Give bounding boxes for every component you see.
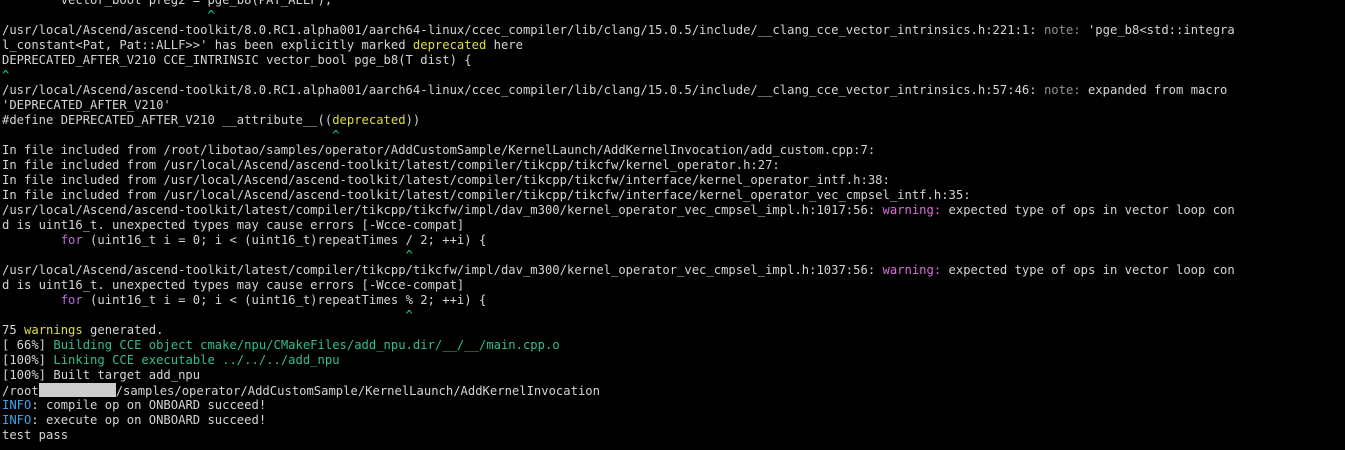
terminal-text: 'pge_b8<std::integra: [1087, 23, 1235, 37]
terminal-text: [100%]: [2, 353, 54, 367]
terminal-text: 75: [2, 323, 25, 337]
terminal-text: ^: [2, 68, 10, 82]
terminal-line: /usr/local/Ascend/ascend-toolkit/latest/…: [0, 263, 1345, 278]
terminal-line: [100%] Built target add_npu: [0, 368, 1345, 383]
terminal-text: for: [60, 293, 83, 307]
terminal-text: In file included from /usr/local/Ascend/…: [2, 158, 780, 172]
terminal-text: deprecated: [332, 113, 406, 127]
terminal-text: : execute op on ONBOARD succeed!: [31, 413, 267, 427]
terminal-text: warning:: [882, 263, 949, 277]
terminal-text: here: [486, 38, 523, 52]
terminal-text: expanded from macro: [1087, 83, 1228, 97]
terminal-text: 'DEPRECATED_AFTER_V210': [2, 98, 171, 112]
terminal-line: In file included from /usr/local/Ascend/…: [0, 173, 1345, 188]
terminal-text: /samples/operator/AddCustomSample/Kernel…: [115, 384, 600, 398]
terminal-line: ^: [0, 128, 1345, 143]
terminal-line: vector_bool preg2 = pge_b8(PAT_ALLF);: [0, 0, 1345, 8]
terminal-line: l_constant<Pat, Pat::ALLF>>' has been ex…: [0, 38, 1345, 53]
terminal-text: expected type of ops in vector loop con: [948, 263, 1235, 277]
terminal-line: INFO: compile op on ONBOARD succeed!: [0, 398, 1345, 413]
terminal-text: d is uint16_t. unexpected types may caus…: [2, 278, 465, 292]
terminal-text: /root: [2, 384, 39, 398]
terminal-text: DEPRECATED_AFTER_V210 CCE_INTRINSIC vect…: [2, 53, 472, 67]
terminal-text: ^: [2, 8, 215, 22]
terminal-text: In file included from /root/libotao/samp…: [2, 143, 876, 157]
terminal-line: In file included from /usr/local/Ascend/…: [0, 158, 1345, 173]
terminal-text: test pass: [2, 428, 69, 442]
terminal-text: /usr/local/Ascend/ascend-toolkit/8.0.RC1…: [2, 23, 1044, 37]
terminal-line: /usr/local/Ascend/ascend-toolkit/latest/…: [0, 203, 1345, 218]
terminal-line: test pass: [0, 428, 1345, 443]
redacted-path-segment: [38, 383, 116, 397]
terminal-line: ^: [0, 248, 1345, 263]
terminal-text: deprecated: [412, 38, 487, 52]
terminal-text: INFO: [2, 413, 32, 427]
terminal-line: #define DEPRECATED_AFTER_V210 __attribut…: [0, 113, 1345, 128]
terminal-text: (uint16_t i = 0; i < (uint16_t)repeatTim…: [82, 233, 487, 247]
terminal-line: DEPRECATED_AFTER_V210 CCE_INTRINSIC vect…: [0, 53, 1345, 68]
terminal-text: ^: [2, 308, 413, 322]
terminal-line: [ 66%] Building CCE object cmake/npu/CMa…: [0, 338, 1345, 353]
terminal-line: for (uint16_t i = 0; i < (uint16_t)repea…: [0, 293, 1345, 308]
terminal-line: ^: [0, 308, 1345, 323]
terminal-text: warnings: [24, 323, 83, 337]
terminal-text: : compile op on ONBOARD succeed!: [31, 398, 267, 412]
terminal-text: expected type of ops in vector loop con: [948, 203, 1235, 217]
terminal-line: /usr/local/Ascend/ascend-toolkit/8.0.RC1…: [0, 83, 1345, 98]
terminal-text: /usr/local/Ascend/ascend-toolkit/8.0.RC1…: [2, 83, 1044, 97]
terminal-text: l_constant<Pat, Pat::ALLF>>' has been ex…: [2, 38, 413, 52]
terminal-line: /usr/local/Ascend/ascend-toolkit/8.0.RC1…: [0, 23, 1345, 38]
terminal-text: ^: [2, 128, 340, 142]
terminal-line: ^: [0, 68, 1345, 83]
terminal-line: 75 warnings generated.: [0, 323, 1345, 338]
terminal-line: d is uint16_t. unexpected types may caus…: [0, 218, 1345, 233]
terminal-line: for (uint16_t i = 0; i < (uint16_t)repea…: [0, 233, 1345, 248]
terminal-text: generated.: [82, 323, 164, 337]
terminal-line: In file included from /usr/local/Ascend/…: [0, 188, 1345, 203]
terminal-text: /usr/local/Ascend/ascend-toolkit/latest/…: [2, 263, 883, 277]
terminal-text: warning:: [882, 203, 949, 217]
terminal-line: [100%] Linking CCE executable ../../../a…: [0, 353, 1345, 368]
terminal-text: [100%] Built target add_npu: [2, 368, 201, 382]
terminal-text: ^: [2, 248, 413, 262]
terminal-text: note:: [1043, 23, 1088, 37]
terminal-text: /usr/local/Ascend/ascend-toolkit/latest/…: [2, 203, 883, 217]
terminal-text: [ 66%]: [2, 338, 54, 352]
terminal-window[interactable]: vector_bool preg2 = pge_b8(PAT_ALLF); ^ /…: [0, 0, 1345, 450]
terminal-text: note:: [1043, 83, 1088, 97]
terminal-text: d is uint16_t. unexpected types may caus…: [2, 218, 465, 232]
terminal-text: )): [405, 113, 421, 127]
terminal-text: In file included from /usr/local/Ascend/…: [2, 188, 971, 202]
terminal-text: Building CCE object cmake/npu/CMakeFiles…: [53, 338, 560, 352]
terminal-text: vector_bool preg2 = pge_b8(PAT_ALLF);: [2, 0, 333, 7]
terminal-line: INFO: execute op on ONBOARD succeed!: [0, 413, 1345, 428]
terminal-line: ^: [0, 8, 1345, 23]
terminal-line: d is uint16_t. unexpected types may caus…: [0, 278, 1345, 293]
terminal-text: In file included from /usr/local/Ascend/…: [2, 173, 890, 187]
terminal-line: /root/samples/operator/AddCustomSample/K…: [0, 383, 1345, 398]
terminal-line: 'DEPRECATED_AFTER_V210': [0, 98, 1345, 113]
terminal-text: INFO: [2, 398, 32, 412]
terminal-text: Linking CCE executable ../../../add_npu: [53, 353, 340, 367]
terminal-text: #define DEPRECATED_AFTER_V210 __attribut…: [2, 113, 333, 127]
terminal-text: (uint16_t i = 0; i < (uint16_t)repeatTim…: [82, 293, 487, 307]
terminal-text: for: [60, 233, 83, 247]
terminal-line: In file included from /root/libotao/samp…: [0, 143, 1345, 158]
